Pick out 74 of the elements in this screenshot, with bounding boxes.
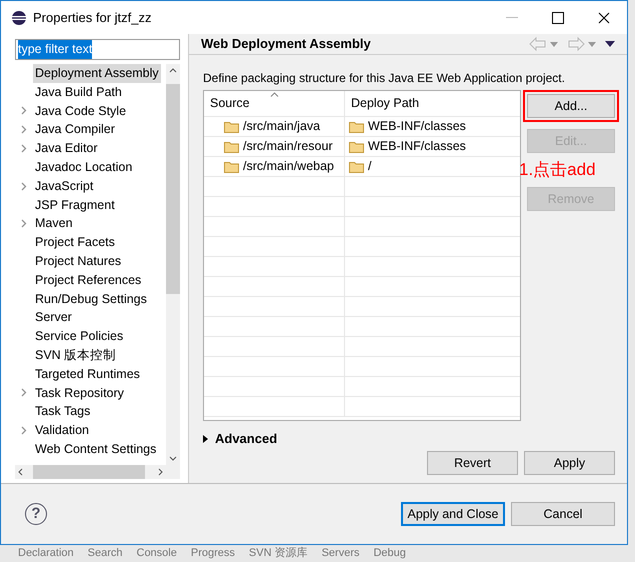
app-icon [11,10,27,26]
tree-item[interactable]: JSP Fragment [33,196,117,214]
tree-item[interactable]: Javadoc Location [33,158,134,177]
maximize-icon[interactable] [552,12,564,24]
background-tab[interactable]: Servers [322,545,360,562]
background-tab[interactable]: Debug [373,545,406,562]
tree-item[interactable]: Project References [33,270,144,290]
minimize-icon[interactable] [506,16,518,18]
tree-item[interactable]: Targeted Runtimes [33,364,142,384]
tree-item[interactable]: Validation [33,421,91,440]
tree-item[interactable]: Deployment Assembly [33,64,161,83]
scrollbar-thumb[interactable] [33,465,145,479]
dropdown-icon[interactable] [588,42,596,46]
tree-item[interactable]: Web Content Settings [33,440,158,459]
tree-item[interactable]: Java Compiler [33,120,117,140]
table-cell-text: WEB-INF/classes [368,118,466,136]
help-button[interactable]: ? [25,503,47,525]
background-tab[interactable]: Search [88,545,122,562]
chevron-right-icon[interactable] [21,106,27,116]
table-cell-text: /src/main/java [243,118,320,136]
folder-icon [224,120,239,132]
page-title: Web Deployment Assembly [201,35,371,54]
chevron-right-icon[interactable] [21,426,27,436]
background-tab[interactable]: Progress [190,545,235,562]
table-cell-text: / [368,158,372,176]
tree-item[interactable]: SVN 版本控制 [33,346,118,365]
tree-item[interactable]: Service Policies [33,327,126,346]
folder-icon [349,140,364,152]
filter-field[interactable]: type filter text [15,39,180,60]
tree-item[interactable]: Maven [33,214,75,234]
tree-item[interactable]: Java Code Style [33,102,128,120]
dialog-button[interactable]: Apply and Close [401,502,505,526]
dropdown-icon[interactable] [550,42,558,46]
dialog-button[interactable]: Cancel [511,502,615,526]
close-icon[interactable] [598,12,610,24]
tree-item[interactable]: Run/Debug Settings [33,290,149,308]
tree-item[interactable]: Java Build Path [33,82,124,102]
tree-item[interactable]: Server [33,308,74,328]
description-text: Define packaging structure for this Java EE Web Application project. [203,70,566,87]
forward-arrow-icon[interactable] [567,37,585,51]
tree-item[interactable]: JavaScript [33,176,96,196]
tree-item[interactable]: Task Repository [33,384,126,402]
tree-item[interactable]: Task Tags [33,402,92,422]
folder-icon [224,160,239,172]
table-cell-text: /src/main/webap [243,158,334,176]
chevron-right-icon[interactable] [21,182,27,191]
column-header[interactable]: Deploy Path [345,94,420,113]
chevron-right-icon[interactable] [21,388,27,398]
chevron-right-icon[interactable] [21,219,27,228]
advanced-toggle[interactable]: Advanced [215,429,278,449]
annotation-text: 1.点击add [519,160,597,180]
chevron-right-icon[interactable] [21,125,27,134]
collapsed-triangle-icon[interactable] [203,435,209,443]
tree-item[interactable]: Project Facets [33,233,117,252]
tree-item[interactable]: Project Natures [33,252,124,271]
column-header[interactable]: Source [204,94,250,113]
sort-icon [270,92,279,97]
table-cell-text: /src/main/resour [243,138,333,156]
background-tab[interactable]: Declaration [18,545,74,562]
scrollbar-thumb[interactable] [166,84,180,294]
action-button[interactable]: Apply [524,451,615,475]
table-cell-text: WEB-INF/classes [368,138,466,156]
background-tab[interactable]: SVN 资源库 [248,545,308,562]
folder-icon [224,140,239,152]
action-button[interactable]: Add... [527,94,615,118]
tree-item[interactable]: Java Editor [33,139,100,158]
folder-icon [349,160,364,172]
menu-icon[interactable] [605,41,615,47]
chevron-right-icon[interactable] [21,144,27,154]
window-title: Properties for jtzf_zz [33,8,152,27]
background-tab[interactable]: Console [136,545,177,562]
action-button[interactable]: Revert [427,451,518,475]
folder-icon [349,120,364,132]
back-arrow-icon[interactable] [529,37,547,51]
